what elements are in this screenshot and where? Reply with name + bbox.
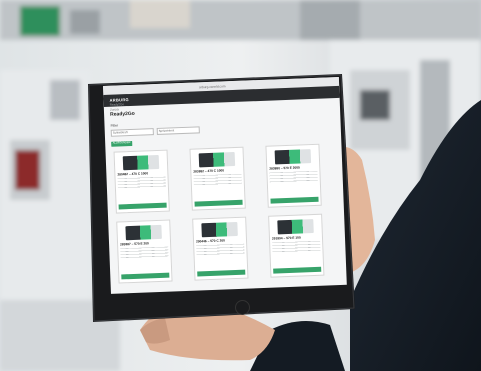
product-card[interactable]: 283882 – 470 C 1000 (189, 146, 246, 211)
product-title: 283887 – 570 E 200 (120, 241, 149, 247)
machine-image (277, 219, 314, 235)
product-action-button[interactable] (270, 196, 319, 204)
tablet-screen: arburg-xworld.com ARBURG Ready2Go Zurück… (103, 76, 347, 294)
product-specs (117, 176, 166, 189)
product-title: 290446 – 570 C 200 (195, 238, 225, 244)
product-action-button[interactable] (197, 269, 246, 277)
filter-label: Filter (110, 123, 119, 128)
machine-image (201, 221, 238, 238)
product-action-button[interactable] (273, 266, 322, 274)
product-action-button[interactable] (194, 199, 243, 207)
product-specs (120, 246, 169, 259)
nav-menu-label[interactable]: Ready2Go (110, 102, 124, 107)
page-title: Ready2Go (109, 110, 135, 118)
product-specs (272, 240, 321, 253)
filter-chip-allrounder[interactable]: ALLROUNDER (111, 140, 133, 147)
filter-select-injection-unit[interactable]: Spritzeinheit (156, 126, 200, 135)
product-specs (196, 243, 245, 256)
product-title: 283882 – 470 C 1000 (193, 168, 225, 174)
machine-image (122, 154, 160, 171)
product-specs (269, 170, 318, 183)
product-card[interactable]: 283880 – 570 E 2000 (265, 143, 322, 208)
url-text: arburg-xworld.com (199, 83, 226, 89)
product-card[interactable]: 291894 – 570 E 100 (268, 213, 325, 278)
product-card[interactable]: 290446 – 570 C 200 (192, 216, 249, 281)
product-title: 283880 – 570 E 2000 (269, 165, 300, 171)
product-action-button[interactable] (118, 202, 167, 210)
product-action-button[interactable] (121, 272, 170, 280)
product-title: 291894 – 570 E 100 (271, 235, 301, 241)
product-specs (193, 173, 242, 186)
filter-select-clamping-force[interactable]: Schließkraft (110, 128, 154, 137)
photo-scene: arburg-xworld.com ARBURG Ready2Go Zurück… (0, 0, 481, 371)
tablet-home-button[interactable] (235, 300, 250, 315)
machine-image (125, 224, 162, 241)
product-title: 280482 – 470 C 1000 (117, 171, 149, 177)
product-card[interactable]: 283887 – 570 E 200 (116, 219, 173, 284)
product-card[interactable]: 280482 – 470 C 1000 (113, 149, 170, 214)
machine-image (274, 149, 312, 165)
machine-image (198, 151, 236, 168)
